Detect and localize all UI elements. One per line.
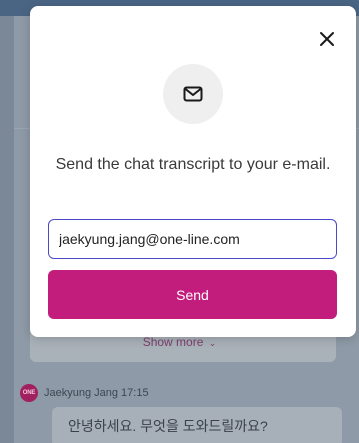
email-transcript-modal: Send the chat transcript to your e-mail.… — [30, 6, 356, 337]
show-more-label: Show more — [142, 335, 204, 349]
email-input[interactable] — [48, 219, 337, 259]
close-icon — [320, 32, 334, 46]
agent-avatar-text: ONE — [22, 390, 36, 396]
envelope-icon-circle — [163, 64, 223, 124]
envelope-icon — [183, 86, 203, 102]
close-button[interactable] — [318, 30, 336, 48]
show-more-link[interactable]: Show more ⌄ — [0, 335, 359, 349]
agent-name-time: Jaekyung Jang 17:15 — [44, 387, 149, 399]
agent-message-bubble: 안녕하세요. 무엇을 도와드릴까요? — [52, 407, 342, 443]
left-edge-strip — [0, 16, 14, 443]
modal-message: Send the chat transcript to your e-mail. — [55, 156, 331, 173]
agent-info-row: ONE Jaekyung Jang 17:15 — [20, 383, 149, 403]
agent-message-text: 안녕하세요. 무엇을 도와드릴까요? — [68, 418, 268, 434]
send-button[interactable]: Send — [48, 270, 337, 319]
agent-avatar: ONE — [20, 384, 38, 402]
chevron-down-icon: ⌄ — [208, 338, 217, 348]
